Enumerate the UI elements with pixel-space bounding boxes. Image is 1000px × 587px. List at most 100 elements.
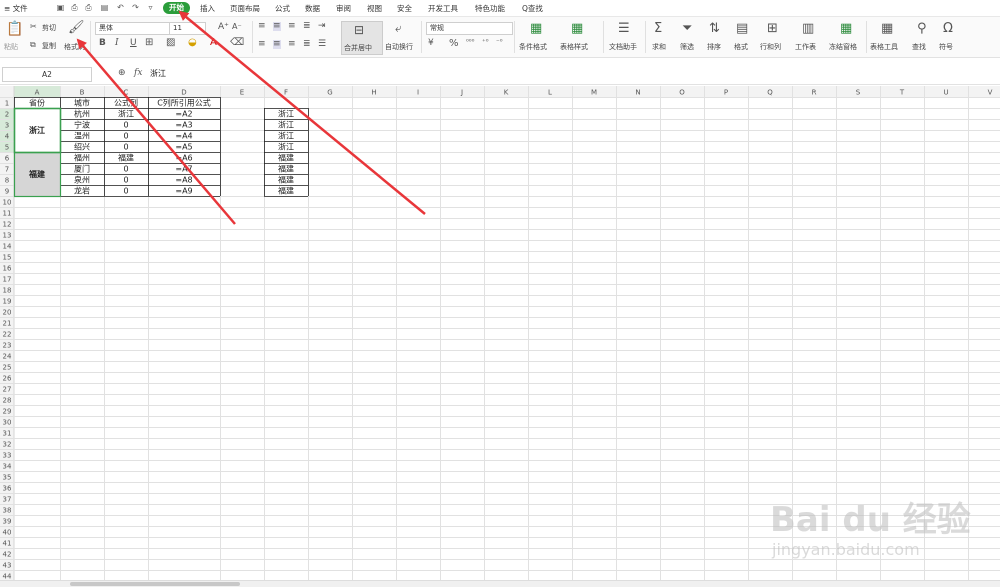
column-header-p[interactable]: P bbox=[724, 89, 728, 97]
tab-home[interactable]: 开始 bbox=[163, 2, 190, 14]
row-header-8[interactable]: 8 bbox=[5, 177, 9, 185]
column-f-cell[interactable]: 浙江 bbox=[278, 109, 294, 119]
table-tools-icon[interactable]: ▦ bbox=[881, 22, 893, 35]
sum-button[interactable]: 求和 bbox=[652, 42, 666, 52]
tab-developer[interactable]: 开发工具 bbox=[428, 3, 458, 14]
table-cell[interactable]: 杭州 bbox=[74, 109, 90, 119]
spreadsheet-grid[interactable]: A B C D E F G H I J K L M N O P Q R S T U V 1 2 3 4 5 6 7 8 9 10 11 12 13 1… bbox=[0, 86, 1000, 580]
row-header-19[interactable]: 19 bbox=[3, 298, 12, 306]
table-cell[interactable]: 0 bbox=[123, 121, 128, 130]
table-cell[interactable]: 0 bbox=[123, 165, 128, 174]
percent-icon[interactable]: % bbox=[449, 39, 459, 49]
zoom-icon[interactable]: ⊕ bbox=[118, 68, 126, 78]
table-tools-button[interactable]: 表格工具 bbox=[870, 42, 898, 52]
freeze-icon[interactable]: ▦ bbox=[840, 22, 852, 35]
column-header-h[interactable]: H bbox=[371, 89, 376, 97]
column-header-d[interactable]: D bbox=[181, 89, 186, 97]
column-header-i[interactable]: I bbox=[417, 89, 419, 97]
merge-center-button[interactable]: ⊟ 合并居中 bbox=[341, 21, 383, 55]
increase-decimal-icon[interactable]: ⁺⁰ bbox=[482, 39, 489, 46]
conditional-format-button[interactable]: 条件格式 bbox=[519, 42, 547, 52]
table-style-button[interactable]: 表格样式 bbox=[560, 42, 588, 52]
cell-style-icon[interactable]: ▨ bbox=[166, 38, 175, 48]
font-size-select[interactable]: 11 bbox=[169, 22, 206, 35]
doc-assistant-icon[interactable]: ☰ bbox=[618, 22, 630, 35]
row-header-27[interactable]: 27 bbox=[3, 386, 12, 394]
sort-icon[interactable]: ⇅ bbox=[709, 22, 720, 35]
row-header-25[interactable]: 25 bbox=[3, 364, 12, 372]
row-header-43[interactable]: 43 bbox=[3, 562, 12, 570]
row-header-30[interactable]: 30 bbox=[3, 419, 12, 427]
table-header-cell[interactable]: 省份 bbox=[29, 98, 45, 108]
table-cell[interactable]: 0 bbox=[123, 143, 128, 152]
paste-button[interactable]: 粘贴 bbox=[4, 42, 18, 52]
format-painter-icon[interactable]: 🖌 bbox=[68, 21, 85, 34]
print-icon[interactable]: ⎙ bbox=[84, 3, 93, 12]
column-f-cell[interactable]: 浙江 bbox=[278, 120, 294, 130]
tab-formulas[interactable]: 公式 bbox=[275, 3, 290, 14]
filter-button[interactable]: 筛选 bbox=[680, 42, 694, 52]
undo-icon[interactable]: ↶ bbox=[116, 3, 125, 12]
table-cell[interactable]: 0 bbox=[123, 187, 128, 196]
row-header-1[interactable]: 1 bbox=[5, 100, 9, 108]
table-cell[interactable]: 福州 bbox=[74, 154, 90, 163]
merged-province-cell[interactable]: 浙江 bbox=[29, 125, 45, 135]
row-header-32[interactable]: 32 bbox=[3, 441, 12, 449]
row-header-23[interactable]: 23 bbox=[3, 342, 12, 350]
row-header-41[interactable]: 41 bbox=[3, 540, 12, 548]
table-cell[interactable]: =A8 bbox=[175, 176, 192, 185]
decrease-font-icon[interactable]: A⁻ bbox=[232, 23, 242, 31]
row-header-9[interactable]: 9 bbox=[5, 188, 9, 196]
tab-data[interactable]: 数据 bbox=[305, 3, 320, 14]
column-f-cell[interactable]: 福建 bbox=[278, 186, 294, 196]
row-header-40[interactable]: 40 bbox=[3, 529, 12, 537]
table-cell[interactable]: =A6 bbox=[175, 154, 192, 163]
table-cell[interactable]: 温州 bbox=[74, 132, 90, 141]
tab-security[interactable]: 安全 bbox=[397, 3, 412, 14]
symbol-button[interactable]: 符号 bbox=[939, 42, 953, 52]
row-header-31[interactable]: 31 bbox=[3, 430, 12, 438]
row-header-7[interactable]: 7 bbox=[5, 166, 9, 174]
function-icon[interactable]: fx bbox=[134, 68, 142, 78]
increase-font-icon[interactable]: A⁺ bbox=[218, 23, 229, 32]
row-header-35[interactable]: 35 bbox=[3, 474, 12, 482]
clear-icon[interactable]: ⌫ bbox=[230, 38, 244, 48]
table-cell[interactable]: 厦门 bbox=[74, 164, 90, 174]
column-header-t[interactable]: T bbox=[899, 89, 905, 97]
cut-button[interactable]: 剪切 bbox=[42, 23, 56, 33]
table-cell[interactable]: =A2 bbox=[175, 110, 192, 119]
row-header-42[interactable]: 42 bbox=[3, 551, 12, 559]
copy-button[interactable]: 复制 bbox=[42, 41, 56, 51]
table-style-icon[interactable]: ▦ bbox=[571, 22, 583, 35]
distributed-icon[interactable]: ☰ bbox=[318, 40, 326, 49]
table-cell[interactable]: 龙岩 bbox=[74, 186, 90, 196]
column-f-cell[interactable]: 福建 bbox=[278, 153, 294, 163]
table-cell[interactable]: 0 bbox=[123, 176, 128, 185]
row-header-34[interactable]: 34 bbox=[3, 463, 12, 471]
row-header-11[interactable]: 11 bbox=[3, 210, 12, 218]
row-header-33[interactable]: 33 bbox=[3, 452, 12, 460]
column-f-cell[interactable]: 浙江 bbox=[278, 142, 294, 152]
tab-insert[interactable]: 插入 bbox=[200, 3, 215, 14]
row-header-2[interactable]: 2 bbox=[5, 111, 9, 119]
row-header-4[interactable]: 4 bbox=[5, 133, 10, 141]
row-header-17[interactable]: 17 bbox=[3, 276, 12, 284]
sort-button[interactable]: 排序 bbox=[707, 42, 721, 52]
copy-icon[interactable]: ⧉ bbox=[30, 41, 36, 49]
row-header-12[interactable]: 12 bbox=[3, 221, 12, 229]
column-f-cell[interactable]: 福建 bbox=[278, 164, 294, 174]
table-cell[interactable]: 福建 bbox=[118, 153, 134, 163]
row-header-24[interactable]: 24 bbox=[3, 353, 12, 361]
orientation-icon[interactable]: ≣ bbox=[303, 22, 311, 31]
column-header-g[interactable]: G bbox=[327, 89, 332, 97]
column-header-j[interactable]: J bbox=[460, 89, 463, 97]
align-right-icon[interactable]: ≡ bbox=[288, 40, 296, 49]
font-name-select[interactable]: 黑体 bbox=[95, 22, 170, 35]
column-header-r[interactable]: R bbox=[812, 89, 817, 97]
row-header-20[interactable]: 20 bbox=[3, 309, 12, 317]
table-cell[interactable]: 绍兴 bbox=[74, 142, 90, 152]
fill-color-icon[interactable]: ◒ bbox=[188, 38, 197, 48]
worksheet-button[interactable]: 工作表 bbox=[795, 42, 816, 52]
customize-dropdown-icon[interactable]: ▿ bbox=[146, 3, 155, 12]
row-header-28[interactable]: 28 bbox=[3, 397, 12, 405]
